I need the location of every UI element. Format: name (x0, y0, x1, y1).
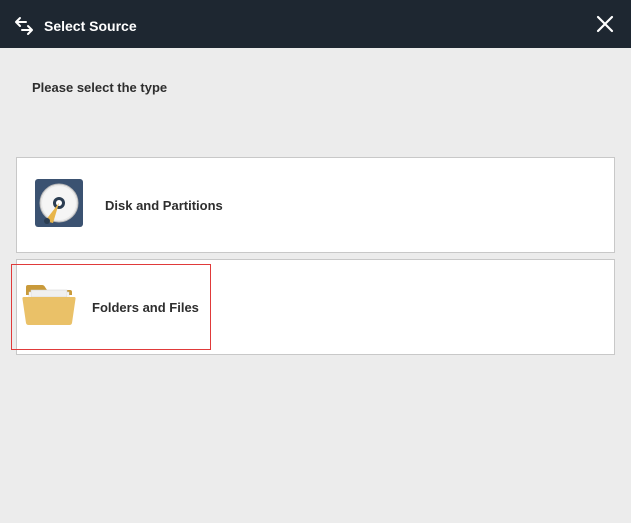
option-folders-files[interactable]: Folders and Files (16, 259, 615, 355)
source-arrows-icon (14, 16, 34, 36)
close-icon (596, 15, 614, 38)
dialog-title: Select Source (44, 18, 137, 34)
disk-icon (33, 177, 85, 234)
option-label-disk: Disk and Partitions (105, 198, 223, 213)
option-selected-frame: Folders and Files (11, 264, 211, 350)
dialog-content: Please select the type Disk and Partitio… (0, 48, 631, 523)
dialog-header: Select Source (0, 4, 631, 48)
option-disk-partitions[interactable]: Disk and Partitions (16, 157, 615, 253)
option-label-folders: Folders and Files (92, 300, 199, 315)
folder-icon (22, 281, 78, 334)
disk-icon-wrapper (31, 177, 87, 233)
close-button[interactable] (591, 12, 619, 40)
instruction-text: Please select the type (32, 80, 615, 95)
